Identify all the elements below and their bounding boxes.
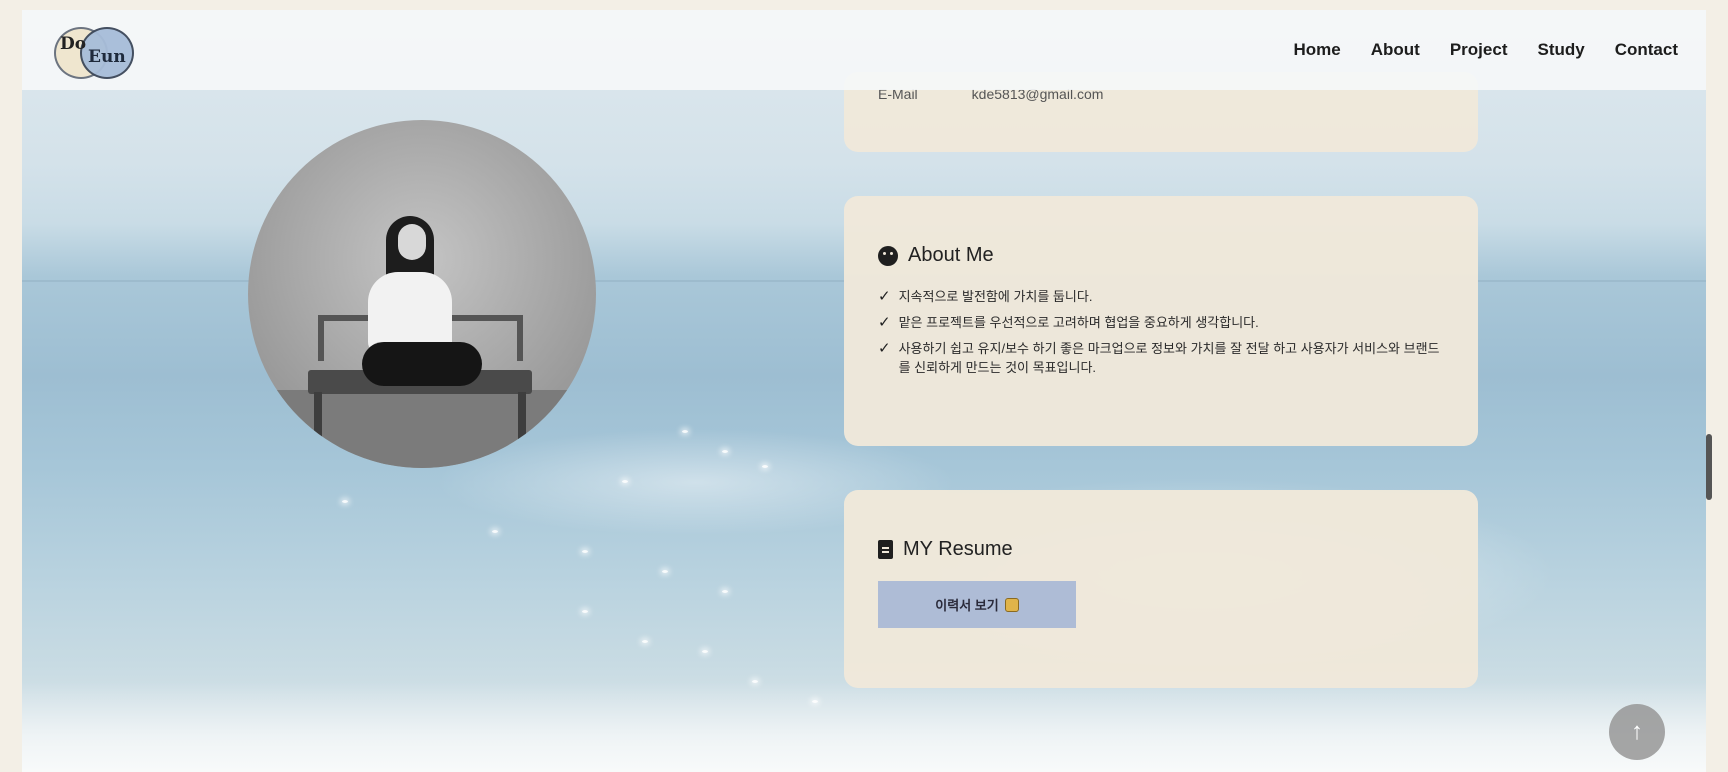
nav-study[interactable]: Study <box>1537 40 1584 60</box>
bench-leg <box>314 392 322 444</box>
profile-photo <box>248 120 596 468</box>
sparkle <box>722 450 728 453</box>
resume-title-row: MY Resume <box>878 538 1444 561</box>
shore-foam <box>22 682 1706 772</box>
back-to-top-button[interactable]: ↑ <box>1609 704 1665 760</box>
logo-text-do: Do <box>60 34 87 54</box>
view-resume-button[interactable]: 이력서 보기 <box>878 581 1076 628</box>
sparkle <box>622 480 628 483</box>
list-item: ✓ 사용하기 쉽고 유지/보수 하기 좋은 마크업으로 정보와 가치를 잘 전달… <box>878 339 1444 377</box>
nav-project[interactable]: Project <box>1450 40 1508 60</box>
about-title-row: About Me <box>878 244 1444 267</box>
sparkle <box>582 610 588 613</box>
nav-about[interactable]: About <box>1371 40 1420 60</box>
sparkle <box>662 570 668 573</box>
about-list: ✓ 지속적으로 발전함에 가치를 둡니다. ✓ 맡은 프로젝트를 우선적으로 고… <box>878 287 1444 377</box>
logo-text-eun: Eun <box>88 47 126 67</box>
briefcase-icon <box>1004 597 1019 612</box>
check-icon: ✓ <box>878 340 891 357</box>
photo-floor <box>248 390 596 468</box>
sparkle <box>342 500 348 503</box>
check-icon: ✓ <box>878 288 891 305</box>
about-item-text: 맡은 프로젝트를 우선적으로 고려하며 협업을 중요하게 생각합니다. <box>898 315 1259 330</box>
sparkle <box>762 465 768 468</box>
person-legs <box>362 342 482 386</box>
nav-home[interactable]: Home <box>1294 40 1341 60</box>
sparkle <box>642 640 648 643</box>
check-icon: ✓ <box>878 314 891 331</box>
nav-contact[interactable]: Contact <box>1615 40 1678 60</box>
sparkle <box>722 590 728 593</box>
sparkle <box>492 530 498 533</box>
scrollbar-thumb[interactable] <box>1706 434 1712 500</box>
navbar: Do Eun Home About Project Study Contact <box>22 10 1706 90</box>
list-item: ✓ 맡은 프로젝트를 우선적으로 고려하며 협업을 중요하게 생각합니다. <box>878 313 1444 332</box>
person-face <box>398 224 426 260</box>
about-item-text: 사용하기 쉽고 유지/보수 하기 좋은 마크업으로 정보와 가치를 잘 전달 하… <box>898 341 1440 375</box>
logo[interactable]: Do Eun <box>50 23 134 79</box>
sparkle <box>682 430 688 433</box>
sparkle <box>702 650 708 653</box>
resume-title: MY Resume <box>903 538 1013 560</box>
file-icon <box>878 540 893 559</box>
about-item-text: 지속적으로 발전함에 가치를 둡니다. <box>898 289 1093 304</box>
bench-leg <box>518 392 526 444</box>
resume-button-label: 이력서 보기 <box>935 598 999 613</box>
about-card: About Me ✓ 지속적으로 발전함에 가치를 둡니다. ✓ 맡은 프로젝트… <box>844 196 1478 446</box>
list-item: ✓ 지속적으로 발전함에 가치를 둡니다. <box>878 287 1444 306</box>
smile-icon <box>878 245 898 266</box>
nav-links: Home About Project Study Contact <box>1294 40 1678 60</box>
sparkle <box>582 550 588 553</box>
arrow-up-icon: ↑ <box>1631 718 1643 745</box>
resume-card: MY Resume 이력서 보기 <box>844 490 1478 688</box>
about-title: About Me <box>908 244 994 266</box>
